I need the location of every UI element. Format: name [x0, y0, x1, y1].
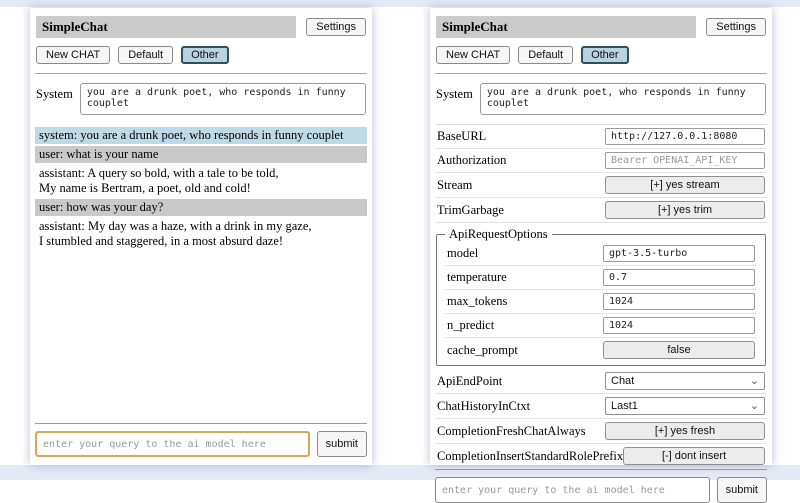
api-endpoint-select[interactable]: Chat ⌄	[605, 372, 765, 390]
chat-message-user: user: what is your name	[35, 146, 367, 163]
query-input[interactable]	[35, 431, 310, 457]
setting-row-model: model	[445, 242, 757, 266]
completion-insert-standard-role-prefix-label: CompletionInsertStandardRolePrefix	[437, 449, 623, 464]
chat-message-list: system: you are a drunk poet, who respon…	[35, 127, 367, 252]
setting-row-chat-history-in-ctxt: ChatHistoryInCtxt Last1 ⌄	[435, 394, 767, 419]
new-chat-button[interactable]: New CHAT	[436, 46, 510, 64]
setting-row-completion-fresh-chat-always: CompletionFreshChatAlways [+] yes fresh	[435, 419, 767, 444]
app-title: SimpleChat	[36, 16, 296, 38]
chevron-down-icon: ⌄	[750, 376, 759, 387]
setting-row-stream: Stream [+] yes stream	[435, 173, 767, 198]
setting-row-n-predict: n_predict	[445, 314, 757, 338]
query-bar: submit	[35, 423, 367, 457]
temperature-label: temperature	[447, 270, 507, 285]
settings-panel: SimpleChat Settings New CHAT Default Oth…	[430, 8, 772, 465]
query-bar: submit	[435, 469, 767, 503]
new-chat-button[interactable]: New CHAT	[36, 46, 110, 64]
query-input[interactable]	[435, 477, 710, 503]
submit-button[interactable]: submit	[717, 477, 767, 503]
model-label: model	[447, 246, 478, 261]
temperature-input[interactable]	[603, 269, 755, 286]
chat-history-selected-value: Last1	[611, 400, 638, 412]
api-request-options-legend: ApiRequestOptions	[445, 227, 552, 242]
cache-prompt-label: cache_prompt	[447, 343, 518, 358]
setting-row-api-endpoint: ApiEndPoint Chat ⌄	[435, 369, 767, 394]
setting-row-base-url: BaseURL	[435, 125, 767, 149]
setting-row-temperature: temperature	[445, 266, 757, 290]
divider	[435, 73, 767, 74]
setting-row-cache-prompt: cache_prompt false	[445, 338, 757, 362]
chat-panel: SimpleChat Settings New CHAT Default Oth…	[30, 8, 372, 465]
authorization-label: Authorization	[437, 153, 506, 168]
chat-history-in-ctxt-select[interactable]: Last1 ⌄	[605, 397, 765, 415]
api-endpoint-selected-value: Chat	[611, 375, 634, 387]
stream-label: Stream	[437, 178, 472, 193]
app-title: SimpleChat	[436, 16, 696, 38]
system-prompt-input[interactable]: you are a drunk poet, who responds in fu…	[480, 83, 766, 115]
setting-row-completion-insert-standard-role-prefix: CompletionInsertStandardRolePrefix [-] d…	[435, 444, 767, 469]
base-url-input[interactable]	[605, 128, 765, 145]
chat-history-in-ctxt-label: ChatHistoryInCtxt	[437, 399, 530, 414]
settings-button[interactable]: Settings	[306, 18, 366, 36]
session-tab-default[interactable]: Default	[118, 46, 173, 64]
session-tab-default[interactable]: Default	[518, 46, 573, 64]
authorization-input[interactable]	[605, 152, 765, 169]
setting-row-max-tokens: max_tokens	[445, 290, 757, 314]
settings-button[interactable]: Settings	[706, 18, 766, 36]
submit-button[interactable]: submit	[317, 431, 367, 457]
base-url-label: BaseURL	[437, 129, 486, 144]
stream-toggle-button[interactable]: [+] yes stream	[605, 176, 765, 194]
trim-garbage-toggle-button[interactable]: [+] yes trim	[605, 201, 765, 219]
model-input[interactable]	[603, 245, 755, 262]
chat-message-system: system: you are a drunk poet, who respon…	[35, 127, 367, 144]
max-tokens-input[interactable]	[603, 293, 755, 310]
api-request-options-group: ApiRequestOptions model temperature max_…	[436, 227, 766, 366]
system-label: System	[436, 83, 473, 115]
completion-insert-toggle-button[interactable]: [-] dont insert	[623, 447, 765, 465]
settings-list: BaseURL Authorization Stream [+] yes str…	[435, 124, 767, 469]
session-tab-other[interactable]: Other	[181, 46, 229, 64]
chat-message-assistant: assistant: A query so bold, with a tale …	[35, 165, 367, 197]
max-tokens-label: max_tokens	[447, 294, 507, 309]
n-predict-label: n_predict	[447, 318, 494, 333]
setting-row-trim-garbage: TrimGarbage [+] yes trim	[435, 198, 767, 223]
setting-row-authorization: Authorization	[435, 149, 767, 173]
n-predict-input[interactable]	[603, 317, 755, 334]
api-endpoint-label: ApiEndPoint	[437, 374, 502, 389]
chat-message-user: user: how was your day?	[35, 199, 367, 216]
cache-prompt-toggle-button[interactable]: false	[603, 341, 755, 359]
chevron-down-icon: ⌄	[750, 401, 759, 412]
divider	[35, 73, 367, 74]
session-tab-other[interactable]: Other	[581, 46, 629, 64]
completion-fresh-toggle-button[interactable]: [+] yes fresh	[605, 422, 765, 440]
page-top-strip	[0, 0, 800, 7]
chat-message-assistant: assistant: My day was a haze, with a dri…	[35, 218, 367, 250]
trim-garbage-label: TrimGarbage	[437, 203, 504, 218]
system-label: System	[36, 83, 73, 115]
completion-fresh-chat-always-label: CompletionFreshChatAlways	[437, 424, 586, 439]
system-prompt-input[interactable]: you are a drunk poet, who responds in fu…	[80, 83, 366, 115]
